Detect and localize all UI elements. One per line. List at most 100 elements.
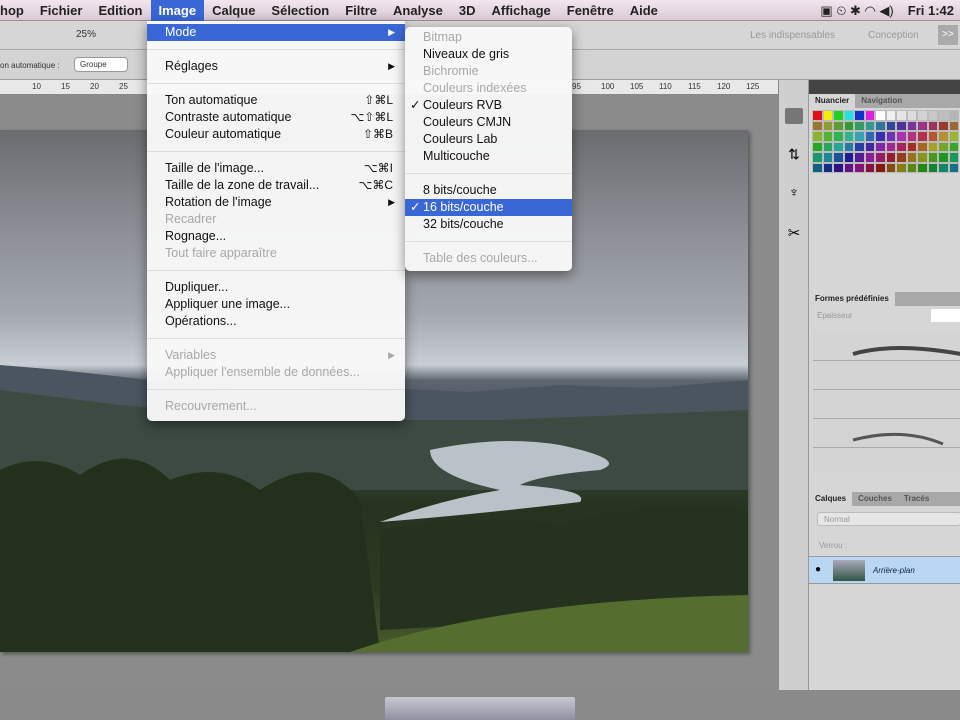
swatch[interactable]: [822, 141, 833, 152]
swatch[interactable]: [833, 110, 844, 121]
menu-edition[interactable]: Edition: [90, 0, 150, 21]
auto-select-dropdown[interactable]: Groupe: [74, 57, 128, 72]
tab-paths[interactable]: Tracés: [898, 492, 935, 506]
swatch[interactable]: [896, 120, 907, 131]
swatch[interactable]: [917, 152, 928, 163]
swatch[interactable]: [843, 120, 854, 131]
swatch[interactable]: [927, 141, 938, 152]
swatch[interactable]: [833, 152, 844, 163]
swatch[interactable]: [896, 152, 907, 163]
swatch[interactable]: [822, 110, 833, 121]
menu-item[interactable]: Couleur automatique ⇧⌘B: [147, 126, 405, 143]
swatch[interactable]: [927, 110, 938, 121]
menu-fenêtre[interactable]: Fenêtre: [559, 0, 622, 21]
swatch[interactable]: [938, 162, 949, 173]
menu-item[interactable]: Contraste automatique ⌥⇧⌘L: [147, 109, 405, 126]
swatch[interactable]: [864, 120, 875, 131]
menu-image[interactable]: Image: [150, 0, 205, 21]
menu-3d[interactable]: 3D: [451, 0, 484, 21]
swatch[interactable]: [812, 110, 823, 121]
swatch[interactable]: [843, 162, 854, 173]
swatch[interactable]: [833, 162, 844, 173]
swatch[interactable]: [864, 131, 875, 142]
swatch[interactable]: [854, 141, 865, 152]
swatch[interactable]: [938, 141, 949, 152]
swatch[interactable]: [812, 131, 823, 142]
swatch[interactable]: [938, 152, 949, 163]
swatch[interactable]: [875, 120, 886, 131]
swatch[interactable]: [875, 152, 886, 163]
swatch[interactable]: [885, 131, 896, 142]
swatch[interactable]: [843, 141, 854, 152]
swatch[interactable]: [885, 141, 896, 152]
swatch[interactable]: [938, 120, 949, 131]
swatch[interactable]: [906, 120, 917, 131]
swatch[interactable]: [833, 120, 844, 131]
menu-sélection[interactable]: Sélection: [263, 0, 337, 21]
menu-item[interactable]: ✓ 16 bits/couche: [405, 199, 572, 216]
swatch[interactable]: [938, 131, 949, 142]
swatch[interactable]: [843, 110, 854, 121]
swatch[interactable]: [875, 110, 886, 121]
swatch[interactable]: [854, 131, 865, 142]
swatch[interactable]: [906, 131, 917, 142]
swatch[interactable]: [885, 120, 896, 131]
swatch[interactable]: [896, 162, 907, 173]
menu-item[interactable]: 8 bits/couche: [405, 182, 572, 199]
swatch[interactable]: [843, 152, 854, 163]
menu-item[interactable]: Couleurs CMJN: [405, 114, 572, 131]
swatch[interactable]: [927, 131, 938, 142]
swatch[interactable]: [843, 131, 854, 142]
swatch[interactable]: [885, 162, 896, 173]
tools-panel-icon[interactable]: ♆: [785, 184, 803, 202]
swatch[interactable]: [896, 110, 907, 121]
swatch[interactable]: [854, 120, 865, 131]
menu-item[interactable]: Mode ▶: [147, 24, 405, 41]
swatch[interactable]: [812, 120, 823, 131]
swatch[interactable]: [906, 110, 917, 121]
swatch[interactable]: [864, 141, 875, 152]
swatch[interactable]: [885, 152, 896, 163]
more-workspaces-button[interactable]: >>: [938, 25, 958, 45]
workspace-design[interactable]: Conception: [868, 30, 919, 41]
swatch[interactable]: [854, 110, 865, 121]
visibility-eye-icon[interactable]: ●: [815, 564, 821, 575]
swatch[interactable]: [948, 120, 959, 131]
tab-swatches[interactable]: Nuancier: [809, 94, 856, 108]
swatch[interactable]: [822, 152, 833, 163]
swatch[interactable]: [833, 141, 844, 152]
actions-panel-icon[interactable]: ⇅: [785, 146, 803, 164]
swatch[interactable]: [917, 131, 928, 142]
tab-brush-presets[interactable]: Formes prédéfinies: [809, 292, 895, 306]
menu-item[interactable]: Niveaux de gris: [405, 46, 572, 63]
swatch[interactable]: [896, 141, 907, 152]
menu-aide[interactable]: Aide: [622, 0, 666, 21]
swatch[interactable]: [833, 131, 844, 142]
brush-list[interactable]: [813, 332, 960, 472]
swatch[interactable]: [948, 110, 959, 121]
menu-item[interactable]: Couleurs Lab: [405, 131, 572, 148]
tab-navigation[interactable]: Navigation: [855, 94, 908, 108]
swatch[interactable]: [875, 131, 886, 142]
layer-row[interactable]: ● Arrière-plan: [809, 556, 960, 584]
tab-channels[interactable]: Couches: [852, 492, 898, 506]
menu-item[interactable]: 32 bits/couche: [405, 216, 572, 233]
swatch[interactable]: [938, 110, 949, 121]
menu-item[interactable]: Ton automatique ⇧⌘L: [147, 92, 405, 109]
swatch[interactable]: [812, 162, 823, 173]
swatch[interactable]: [948, 131, 959, 142]
swatch[interactable]: [875, 141, 886, 152]
swatch[interactable]: [927, 152, 938, 163]
swatch[interactable]: [906, 141, 917, 152]
layer-name[interactable]: Arrière-plan: [873, 566, 915, 575]
swatch[interactable]: [906, 152, 917, 163]
blend-mode-dropdown[interactable]: Normal: [817, 512, 960, 526]
swatch[interactable]: [822, 162, 833, 173]
swatch[interactable]: [906, 162, 917, 173]
menu-item[interactable]: Opérations...: [147, 313, 405, 330]
clock[interactable]: Fri 1:42: [908, 3, 954, 18]
workspace-essentials[interactable]: Les indispensables: [750, 30, 835, 41]
menu-analyse[interactable]: Analyse: [385, 0, 451, 21]
tab-layers[interactable]: Calques: [809, 492, 853, 506]
swatch[interactable]: [854, 152, 865, 163]
